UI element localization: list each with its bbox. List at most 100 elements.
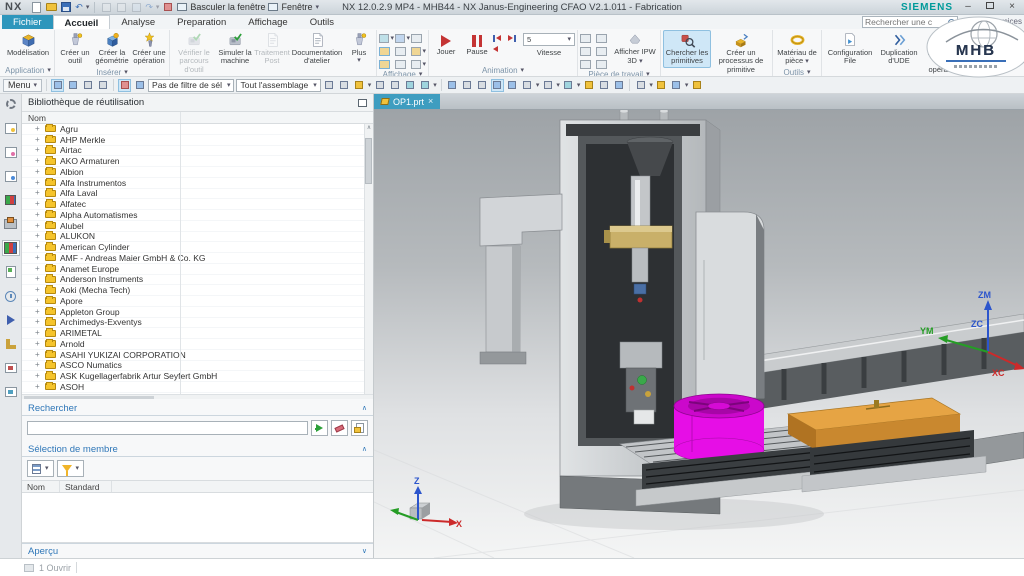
rewind-button[interactable] <box>493 44 507 54</box>
duplication-ude-button[interactable]: Duplication d'UDE <box>877 30 921 68</box>
pan-view-icon[interactable] <box>491 79 504 92</box>
tab-preparation[interactable]: Preparation <box>166 15 237 29</box>
redo-dropdown-icon[interactable]: ▾ <box>156 4 160 11</box>
documentation-atelier-button[interactable]: Documentation d'atelier <box>291 30 343 68</box>
expand-icon[interactable]: + <box>35 254 41 262</box>
select-face-icon[interactable] <box>66 79 79 92</box>
pencil-icon[interactable] <box>690 79 703 92</box>
expand-icon[interactable]: + <box>35 286 41 294</box>
library-tree-row[interactable]: + Arnold <box>22 339 373 350</box>
plus-button[interactable]: Plus ▾ <box>344 30 374 66</box>
expand-icon[interactable]: + <box>35 275 41 283</box>
expand-icon[interactable]: + <box>35 157 41 165</box>
machine-door[interactable] <box>696 212 764 398</box>
search-go-button[interactable] <box>311 420 328 436</box>
creer-operation-button[interactable]: Créer une opération <box>131 30 167 68</box>
snap-end-icon[interactable] <box>133 79 146 92</box>
display-option-icon[interactable] <box>379 34 389 43</box>
filter-dropdown[interactable]: ▾ <box>57 460 85 477</box>
machine-navigator-icon[interactable] <box>2 216 20 232</box>
wcs-icon[interactable] <box>582 79 595 92</box>
pause-button[interactable]: Pause <box>462 30 492 58</box>
highlight-icon[interactable] <box>353 79 366 92</box>
lasso-caret-icon[interactable]: ▾ <box>433 82 437 89</box>
expand-icon[interactable]: + <box>35 297 41 305</box>
library-tree-row[interactable]: + Archimedys-Exventys <box>22 318 373 329</box>
expand-icon[interactable]: + <box>35 351 41 359</box>
jouer-button[interactable]: Jouer <box>431 30 461 58</box>
group-label-operations[interactable]: Opérations▾ <box>172 76 374 77</box>
render-style-icon[interactable] <box>541 79 554 92</box>
select-inside-icon[interactable] <box>338 79 351 92</box>
library-tree-row[interactable]: + Anamet Europe <box>22 264 373 275</box>
circle-select-icon[interactable] <box>403 79 416 92</box>
paste-icon[interactable] <box>130 2 142 13</box>
group-label-outils[interactable]: Outils▾ <box>775 68 819 77</box>
select-body-icon[interactable] <box>96 79 109 92</box>
library-tree-row[interactable]: + AKO Armaturen <box>22 156 373 167</box>
snap-point-icon[interactable] <box>118 79 131 92</box>
creer-outil-button[interactable]: Créer un outil <box>57 30 93 68</box>
deselect-icon[interactable] <box>373 79 386 92</box>
export-results-button[interactable] <box>351 420 368 436</box>
display-option-icon[interactable] <box>395 34 405 43</box>
configuration-file-button[interactable]: Configuration File <box>824 30 876 68</box>
library-tree-row[interactable]: + Alfa Laval <box>22 189 373 200</box>
expand-icon[interactable]: + <box>35 232 41 240</box>
library-tree-row[interactable]: + Alfa Instrumentos <box>22 178 373 189</box>
library-tree-row[interactable]: + ASK Kugellagerfabrik Artur Seyfert Gmb… <box>22 371 373 382</box>
creer-processus-primitive-button[interactable]: Créer un processus de primitive <box>712 30 770 76</box>
close-button[interactable]: × <box>1005 2 1019 12</box>
library-search-input[interactable] <box>27 421 308 435</box>
library-small-icon[interactable] <box>2 192 20 208</box>
group-label-application[interactable]: Application▾ <box>4 65 52 76</box>
measure-caret-icon[interactable]: ▾ <box>649 82 653 89</box>
library-tree-row[interactable]: + Apore <box>22 296 373 307</box>
3d-viewport[interactable]: ZM ZC YM XC Z X <box>374 110 1024 558</box>
previous-selection-icon[interactable] <box>388 79 401 92</box>
library-tree-row[interactable]: + ARIMETAL <box>22 328 373 339</box>
copy-icon[interactable] <box>115 2 127 13</box>
clear-search-button[interactable] <box>331 420 348 436</box>
expand-icon[interactable]: + <box>35 125 41 133</box>
ipw-option-icon[interactable] <box>596 60 607 69</box>
member-table-body[interactable] <box>22 493 373 543</box>
tool-display-icon[interactable] <box>411 47 421 56</box>
reuse-library-icon[interactable] <box>2 240 20 256</box>
fit-view-icon[interactable] <box>461 79 474 92</box>
expand-section-icon[interactable]: ∨ <box>362 547 367 555</box>
library-tree-row[interactable]: + AHP Merkle <box>22 135 373 146</box>
layer-icon[interactable] <box>597 79 610 92</box>
expand-icon[interactable]: + <box>35 243 41 251</box>
background-caret-icon[interactable]: ▾ <box>577 82 581 89</box>
expand-icon[interactable]: + <box>35 265 41 273</box>
collapse-icon[interactable]: ∧ <box>362 445 367 453</box>
simuler-machine-button[interactable]: Simuler la machine <box>217 30 253 68</box>
select-edge-icon[interactable] <box>81 79 94 92</box>
save-icon[interactable] <box>60 2 72 13</box>
expand-icon[interactable]: + <box>35 372 41 380</box>
group-label-inserer[interactable]: Insérer▾ <box>57 68 167 77</box>
expand-icon[interactable]: + <box>35 361 41 369</box>
edit-object-icon[interactable] <box>670 79 683 92</box>
expand-icon[interactable]: + <box>35 308 41 316</box>
tab-accueil[interactable]: Accueil <box>53 15 111 29</box>
expand-icon[interactable]: + <box>35 340 41 348</box>
window-frame-icon[interactable] <box>2 384 20 400</box>
step-forward-button[interactable] <box>508 33 522 43</box>
scroll-up-icon[interactable]: ∧ <box>367 124 371 131</box>
lasso-icon[interactable] <box>418 79 431 92</box>
new-file-icon[interactable] <box>30 2 42 13</box>
scrollbar-thumb[interactable] <box>365 138 372 184</box>
window-menu-button[interactable]: Fenêtre ▾ <box>268 2 319 12</box>
expand-icon[interactable]: + <box>35 146 41 154</box>
member-section-header[interactable]: Sélection de membre ∧ <box>22 442 373 457</box>
assembly-navigator-icon[interactable] <box>2 120 20 136</box>
repeat-command-icon[interactable] <box>162 2 174 13</box>
afficher-ipw-button[interactable]: Afficher IPW 3D ▾ <box>612 30 658 65</box>
expand-icon[interactable]: + <box>35 329 41 337</box>
minimize-button[interactable]: – <box>961 2 975 12</box>
cut-icon[interactable] <box>100 2 112 13</box>
search-section-header[interactable]: Rechercher ∧ <box>22 401 373 416</box>
manipulator-icon[interactable] <box>2 336 20 352</box>
